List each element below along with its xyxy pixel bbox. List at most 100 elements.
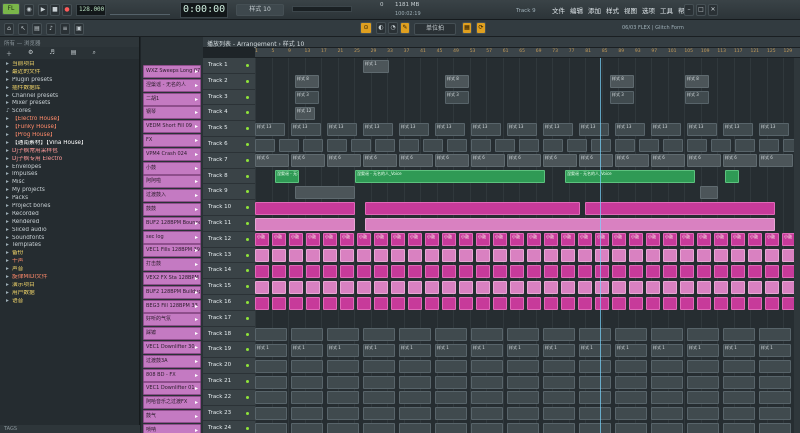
track-header[interactable]: Track 9 bbox=[203, 184, 255, 201]
pattern-clip[interactable]: 样式 13 bbox=[471, 122, 501, 136]
play-button[interactable]: ▶ bbox=[38, 4, 48, 16]
record-button[interactable]: ● bbox=[62, 4, 72, 16]
pattern-clip[interactable] bbox=[391, 249, 405, 263]
pattern-clip[interactable]: 小鼓 bbox=[340, 233, 354, 247]
pattern-clip[interactable] bbox=[759, 422, 791, 433]
pattern-clip[interactable] bbox=[527, 296, 541, 310]
track-header[interactable]: Track 10 bbox=[203, 200, 255, 216]
pattern-clip[interactable] bbox=[544, 264, 558, 278]
pencil-icon[interactable]: ✎ bbox=[400, 22, 410, 34]
browser-item[interactable]: ▸ Dj子枫常用采样包 bbox=[0, 148, 139, 156]
pattern-clip[interactable] bbox=[255, 217, 355, 231]
pattern-clip[interactable] bbox=[289, 249, 303, 263]
pattern-clip[interactable] bbox=[579, 407, 611, 421]
pattern-clip[interactable] bbox=[731, 280, 745, 294]
pattern-clip[interactable] bbox=[272, 249, 286, 263]
pattern-clip[interactable]: 样式 13 bbox=[507, 122, 537, 136]
track-mute-led[interactable] bbox=[246, 127, 249, 131]
pattern-clip[interactable]: 样式 13 bbox=[291, 122, 321, 136]
pattern-clip[interactable]: 小鼓 bbox=[731, 233, 745, 247]
pattern-clip[interactable] bbox=[578, 264, 592, 278]
browser-item[interactable]: ▸ 备份 bbox=[0, 250, 139, 258]
pattern-clip[interactable] bbox=[471, 328, 503, 342]
pattern-clip[interactable] bbox=[651, 422, 683, 433]
pattern-clip[interactable] bbox=[493, 249, 507, 263]
wait-icon[interactable]: ◔ bbox=[388, 22, 398, 34]
pattern-clip[interactable] bbox=[323, 280, 337, 294]
menu-file[interactable]: 文件 bbox=[552, 5, 565, 15]
browser-doc-icon[interactable]: ▤ bbox=[71, 49, 77, 57]
pattern-clip[interactable]: 样式 8 bbox=[445, 75, 469, 89]
browser-item[interactable]: ▸ 当前项目 bbox=[0, 61, 139, 69]
pattern-clip[interactable] bbox=[374, 280, 388, 294]
track-header[interactable]: Track 8 bbox=[203, 169, 255, 185]
pattern-clip[interactable] bbox=[351, 138, 371, 152]
pattern-clip[interactable] bbox=[391, 296, 405, 310]
pattern-clip[interactable]: 样式 6 bbox=[723, 154, 757, 168]
pattern-clip[interactable]: 小鼓 bbox=[544, 233, 558, 247]
pattern-clip[interactable] bbox=[435, 328, 467, 342]
pattern-clip[interactable]: 样式 1 bbox=[759, 343, 791, 357]
track-header[interactable]: Track 21 bbox=[203, 374, 255, 390]
track-header[interactable]: Track 1 bbox=[203, 58, 255, 74]
track-header[interactable]: Track 17 bbox=[203, 311, 255, 327]
pattern-clip[interactable]: 样式 6 bbox=[543, 154, 577, 168]
channel-button[interactable]: 过渡鼓3A ▸ bbox=[143, 354, 201, 368]
track-header[interactable]: Track 2 bbox=[203, 74, 255, 90]
browser-item[interactable]: ▸ Recorded bbox=[0, 211, 139, 219]
pattern-clip[interactable] bbox=[687, 422, 719, 433]
pattern-clip[interactable] bbox=[374, 296, 388, 310]
pattern-clip[interactable]: 样式 13 bbox=[651, 122, 681, 136]
track-mute-led[interactable] bbox=[246, 143, 249, 146]
maximize-icon[interactable]: □ bbox=[696, 4, 706, 16]
pattern-clip[interactable] bbox=[651, 391, 683, 405]
browser-item[interactable]: ▸ Channel presets bbox=[0, 93, 139, 101]
pattern-clip[interactable]: 小鼓 bbox=[697, 233, 711, 247]
pattern-clip[interactable]: 样式 1 bbox=[543, 343, 575, 357]
pattern-clip[interactable] bbox=[714, 249, 728, 263]
pattern-clip[interactable] bbox=[365, 217, 775, 231]
pattern-clip[interactable] bbox=[629, 280, 643, 294]
pattern-clip[interactable]: 样式 3 bbox=[610, 91, 634, 105]
pattern-clip[interactable]: 小鼓 bbox=[680, 233, 694, 247]
pattern-clip[interactable] bbox=[510, 249, 524, 263]
pattern-clip[interactable] bbox=[612, 249, 626, 263]
pattern-clip[interactable] bbox=[471, 375, 503, 389]
pattern-clip[interactable] bbox=[697, 249, 711, 263]
track-mute-led[interactable] bbox=[246, 64, 249, 67]
pattern-clip[interactable] bbox=[687, 375, 719, 389]
track-mute-led[interactable] bbox=[246, 222, 249, 225]
pattern-clip[interactable] bbox=[471, 407, 503, 421]
pattern-clip[interactable]: 样式 1 bbox=[615, 343, 647, 357]
playlist-grid[interactable]: 样式 1 样式 8 样式 8 样式 8 样式 8 样式 3 样式 3 样式 3 样式 3 样式 1… bbox=[255, 58, 800, 433]
pattern-clip[interactable]: 小鼓 bbox=[306, 233, 320, 247]
pattern-clip[interactable] bbox=[255, 359, 287, 373]
pattern-selector[interactable]: 样式 10 bbox=[236, 4, 284, 16]
pattern-clip[interactable] bbox=[306, 264, 320, 278]
pattern-clip[interactable] bbox=[442, 264, 456, 278]
pattern-clip[interactable]: 小鼓 bbox=[578, 233, 592, 247]
pattern-clip[interactable] bbox=[595, 280, 609, 294]
pattern-clip[interactable]: 涅槃谣 - 无名的人_Voice bbox=[275, 170, 299, 184]
pattern-clip[interactable] bbox=[306, 280, 320, 294]
pattern-clip[interactable] bbox=[723, 407, 755, 421]
channel-button[interactable]: VEC1 Downlifter 01 ▸ bbox=[143, 382, 201, 396]
pattern-clip[interactable] bbox=[585, 201, 775, 215]
pattern-clip[interactable] bbox=[735, 138, 755, 152]
channel-button[interactable]: VEX2 FX Sta 128BPM ▸ bbox=[143, 272, 201, 285]
minimize-icon[interactable]: – bbox=[684, 4, 694, 16]
pattern-clip[interactable] bbox=[561, 264, 575, 278]
track-mute-led[interactable] bbox=[246, 79, 249, 83]
channel-button[interactable]: 好听的气氛 ▸ bbox=[143, 313, 201, 327]
pattern-clip[interactable] bbox=[765, 296, 779, 310]
pattern-clip[interactable] bbox=[759, 407, 791, 421]
browser-item[interactable]: ▸ 干声 bbox=[0, 258, 139, 266]
pattern-clip[interactable]: 样式 6 bbox=[255, 154, 289, 168]
browser-item[interactable]: ▸ 旋律MIDI文件 bbox=[0, 274, 139, 282]
snap-magnet-icon[interactable]: ⊙ bbox=[360, 22, 372, 34]
pattern-clip[interactable]: 样式 1 bbox=[399, 343, 431, 357]
pattern-clip[interactable] bbox=[471, 391, 503, 405]
track-mute-led[interactable] bbox=[246, 427, 249, 431]
pattern-clip[interactable] bbox=[435, 407, 467, 421]
pattern-clip[interactable] bbox=[700, 185, 718, 199]
